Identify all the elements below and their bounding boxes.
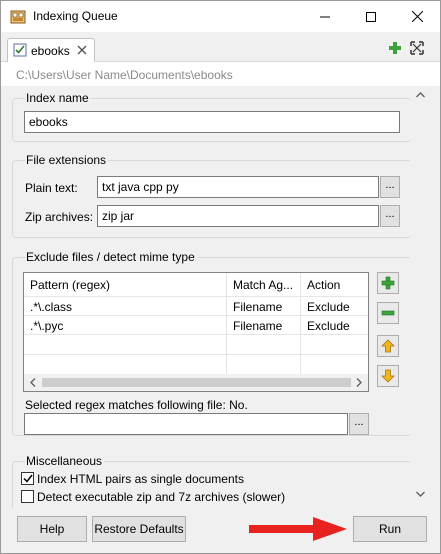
exclude-table: Pattern (regex) Match Ag... Action .*\.c…	[23, 272, 369, 392]
footer: Help Restore Defaults Run	[1, 508, 440, 553]
table-cell-action[interactable]: Exclude	[301, 297, 368, 316]
regex-match-input[interactable]	[24, 413, 348, 435]
scroll-down-icon[interactable]	[416, 490, 425, 498]
regex-match-browse-button[interactable]: ...	[349, 413, 369, 435]
miscellaneous-label: Miscellaneous	[25, 454, 105, 468]
vertical-scrollbar[interactable]	[410, 86, 430, 508]
plus-icon	[381, 276, 395, 290]
plain-text-input[interactable]: txt java cpp py	[97, 176, 379, 198]
index-name-input[interactable]: ebooks	[24, 111, 400, 133]
vertical-scroll-thumb[interactable]	[416, 104, 424, 484]
tab-ebooks[interactable]: ebooks	[7, 38, 95, 63]
arrow-up-icon	[381, 339, 395, 353]
html-pairs-label[interactable]: Index HTML pairs as single documents	[37, 472, 244, 486]
arrow-down-icon	[381, 369, 395, 383]
regex-match-label: Selected regex matches following file: N…	[25, 398, 248, 412]
table-cell-empty	[301, 355, 368, 374]
indexing-queue-window: Indexing Queue ebooks C:\Users\User Name…	[0, 0, 441, 554]
minus-icon	[381, 310, 395, 316]
zip-archives-input[interactable]: zip jar	[97, 205, 379, 227]
tab-close-icon[interactable]	[77, 45, 87, 55]
close-icon	[411, 11, 423, 22]
table-cell-empty	[227, 355, 301, 374]
add-tab-icon[interactable]	[387, 40, 403, 56]
table-cell-empty	[301, 335, 368, 355]
red-arrow-icon	[249, 517, 347, 541]
html-pairs-checkbox[interactable]	[21, 472, 34, 485]
minimize-icon	[320, 16, 330, 17]
scroll-up-icon[interactable]	[416, 91, 425, 99]
minimize-button[interactable]	[302, 1, 348, 32]
maximize-panel-icon[interactable]	[409, 40, 425, 56]
tab-bar: ebooks	[1, 32, 440, 63]
table-cell-empty	[24, 335, 227, 355]
table-cell-match[interactable]: Filename	[227, 297, 301, 316]
zip-archives-browse-button[interactable]: ...	[380, 205, 400, 227]
run-button[interactable]: Run	[353, 516, 427, 542]
table-cell-match[interactable]: Filename	[227, 316, 301, 335]
zip-archives-label: Zip archives:	[25, 210, 94, 224]
tab-label: ebooks	[31, 44, 70, 58]
plain-text-browse-button[interactable]: ...	[380, 176, 400, 198]
table-cell-pattern[interactable]: .*\.pyc	[24, 316, 227, 335]
table-cell-empty	[227, 335, 301, 355]
app-icon	[10, 10, 26, 24]
detect-zip-label[interactable]: Detect executable zip and 7z archives (s…	[37, 490, 285, 504]
restore-defaults-button[interactable]: Restore Defaults	[92, 516, 186, 542]
remove-pattern-button[interactable]	[377, 302, 399, 324]
horizontal-scroll-thumb[interactable]	[42, 378, 351, 387]
scroll-right-icon[interactable]	[355, 378, 363, 387]
table-cell-empty	[24, 355, 227, 374]
column-header-match[interactable]: Match Ag...	[227, 273, 301, 297]
close-button[interactable]	[394, 1, 440, 32]
table-cell-action[interactable]: Exclude	[301, 316, 368, 335]
table-horizontal-scrollbar[interactable]	[24, 374, 368, 391]
move-up-button[interactable]	[377, 335, 399, 357]
add-pattern-button[interactable]	[377, 272, 399, 294]
path-bar: C:\Users\User Name\Documents\ebooks	[1, 62, 440, 86]
exclude-label: Exclude files / detect mime type	[25, 250, 197, 264]
column-header-pattern[interactable]: Pattern (regex)	[24, 273, 227, 297]
detect-zip-checkbox[interactable]	[21, 490, 34, 503]
plain-text-label: Plain text:	[25, 181, 78, 195]
checkmark-icon	[22, 474, 33, 483]
maximize-icon	[366, 11, 376, 22]
index-path: C:\Users\User Name\Documents\ebooks	[16, 68, 233, 82]
move-down-button[interactable]	[377, 365, 399, 387]
column-header-action[interactable]: Action	[301, 273, 368, 297]
help-button[interactable]: Help	[17, 516, 87, 542]
settings-panel: Index name ebooks File extensions Plain …	[1, 86, 440, 521]
file-extensions-label: File extensions	[25, 153, 109, 167]
window-title: Indexing Queue	[33, 9, 118, 23]
table-cell-pattern[interactable]: .*\.class	[24, 297, 227, 316]
index-name-label: Index name	[25, 91, 91, 105]
maximize-button[interactable]	[348, 1, 394, 32]
scroll-left-icon[interactable]	[29, 378, 37, 387]
checklist-icon	[13, 43, 27, 57]
title-bar: Indexing Queue	[1, 1, 440, 32]
